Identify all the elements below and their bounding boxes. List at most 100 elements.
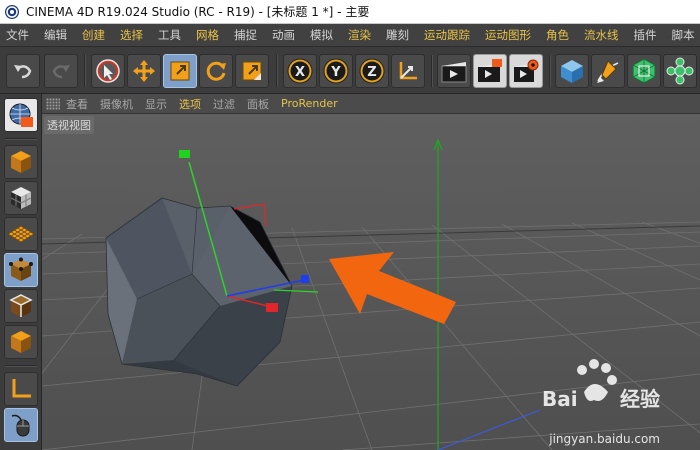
window-title: CINEMA 4D R19.024 Studio (RC - R19) - [未… [26, 5, 370, 19]
menu-item[interactable]: 角色 [546, 24, 569, 46]
coordinate-system-button[interactable] [391, 54, 425, 88]
cinema4d-app-icon [5, 4, 19, 19]
rotate-icon [206, 61, 226, 81]
redo-button[interactable] [44, 54, 78, 88]
viewport-canvas[interactable]: Bai 经验 [42, 114, 700, 450]
viewport-menu-item[interactable]: 摄像机 [100, 96, 133, 112]
live-selection-button[interactable] [91, 54, 125, 88]
toolbar-separator [276, 55, 278, 87]
move-icon [133, 60, 155, 82]
baidu-logo-watermark-2: 经验 [620, 387, 660, 411]
menu-item[interactable]: 选择 [120, 24, 143, 46]
x-axis-icon: X [287, 58, 313, 84]
menu-item[interactable]: 脚本 [672, 24, 695, 46]
palette-separator [5, 365, 37, 367]
recent-tool-button[interactable] [235, 54, 269, 88]
menu-item[interactable]: 运动跟踪 [424, 24, 470, 46]
menu-item[interactable]: 模拟 [310, 24, 333, 46]
render-settings-icon [514, 59, 539, 82]
panel-grip-icon[interactable] [46, 97, 60, 110]
render-picture-viewer-icon [478, 59, 502, 82]
menu-item[interactable]: 捕捉 [234, 24, 257, 46]
viewport-menu-item[interactable]: 查看 [66, 96, 88, 112]
make-editable-button[interactable] [4, 98, 38, 132]
watermark-url: jingyan.baidu.com [549, 432, 660, 446]
menu-item[interactable]: 创建 [82, 24, 105, 46]
mouse-icon [11, 414, 30, 437]
menu-item[interactable]: 渲染 [348, 24, 371, 46]
points-mode-button[interactable] [4, 253, 38, 287]
x-axis-handle[interactable] [266, 303, 278, 312]
axis-icon [12, 379, 31, 398]
scale-icon [170, 61, 190, 81]
workplane-grid-icon [7, 225, 35, 243]
title-bar: CINEMA 4D R19.024 Studio (RC - R19) - [未… [0, 0, 700, 24]
subdivision-icon [632, 58, 656, 84]
render-picture-viewer-button[interactable] [473, 54, 507, 88]
y-axis-label: Y [330, 65, 341, 80]
menu-item[interactable]: 运动图形 [485, 24, 531, 46]
menu-item[interactable]: 工具 [158, 24, 181, 46]
edges-mode-button[interactable] [4, 289, 38, 323]
model-mode-button[interactable] [4, 145, 38, 179]
toolbar-separator [431, 55, 433, 87]
perspective-viewport[interactable]: Bai 经验 透视视图 jingyan.baidu.com [42, 114, 700, 450]
render-view-button[interactable] [437, 54, 471, 88]
x-axis-button[interactable]: X [283, 54, 317, 88]
render-settings-button[interactable] [509, 54, 543, 88]
menu-item[interactable]: 流水线 [584, 24, 619, 46]
z-axis-icon: Z [359, 58, 385, 84]
z-axis-label: Z [367, 65, 376, 80]
x-axis-label: X [295, 65, 305, 80]
workplane-mode-button[interactable] [4, 217, 38, 251]
array-button[interactable] [663, 54, 697, 88]
y-axis-button[interactable]: Y [319, 54, 353, 88]
main-toolbar: X Y Z [0, 46, 700, 94]
menu-item[interactable]: 插件 [634, 24, 657, 46]
viewport-menu-item[interactable]: 显示 [145, 96, 167, 112]
y-axis-handle[interactable] [179, 150, 190, 158]
cube-button[interactable] [555, 54, 589, 88]
z-axis-button[interactable]: Z [355, 54, 389, 88]
viewport-menu-bar: 查看 摄像机 显示 选项 过滤 面板 ProRender [42, 94, 700, 114]
viewport-menu-item[interactable]: ProRender [281, 97, 338, 110]
z-axis-handle[interactable] [301, 275, 309, 283]
menu-item[interactable]: 雕刻 [386, 24, 409, 46]
menu-item[interactable]: 文件 [6, 24, 29, 46]
coordinate-system-icon [399, 62, 417, 80]
viewport-menu-item[interactable]: 选项 [179, 96, 201, 112]
pen-icon [597, 60, 619, 83]
move-button[interactable] [127, 54, 161, 88]
scale-button[interactable] [163, 54, 197, 88]
toolbar-separator [84, 55, 86, 87]
array-icon [666, 57, 694, 85]
model-cube-icon [11, 151, 31, 173]
rotate-button[interactable] [199, 54, 233, 88]
polygons-mode-button[interactable] [4, 325, 38, 359]
y-axis-icon: Y [323, 58, 349, 84]
undo-button[interactable] [6, 54, 40, 88]
render-view-icon [441, 62, 467, 83]
subdivision-surface-button[interactable] [627, 54, 661, 88]
menu-item[interactable]: 动画 [272, 24, 295, 46]
menu-item[interactable]: 网格 [196, 24, 219, 46]
undo-icon [14, 65, 32, 79]
toolbar-separator [549, 55, 551, 87]
viewport-title[interactable]: 透视视图 [44, 116, 94, 134]
left-palette [0, 94, 42, 450]
tweak-mode-button[interactable] [4, 408, 38, 442]
palette-separator [5, 138, 37, 140]
menu-item[interactable]: 编辑 [44, 24, 67, 46]
enable-axis-button[interactable] [4, 372, 38, 406]
baidu-logo-watermark: Bai [542, 387, 578, 411]
menu-bar: 文件编辑创建选择工具网格捕捉动画模拟渲染雕刻运动跟踪运动图形角色流水线插件脚本窗… [0, 24, 700, 46]
pen-button[interactable] [591, 54, 625, 88]
points-cube-icon [9, 257, 33, 281]
edges-cube-icon [9, 294, 33, 317]
viewport-menu-item[interactable]: 过滤 [213, 96, 235, 112]
redo-icon [52, 65, 70, 79]
viewport-menu-item[interactable]: 面板 [247, 96, 269, 112]
polygons-cube-icon [11, 331, 31, 353]
texture-mode-button[interactable] [4, 181, 38, 215]
globe-make-editable-icon [9, 103, 33, 127]
